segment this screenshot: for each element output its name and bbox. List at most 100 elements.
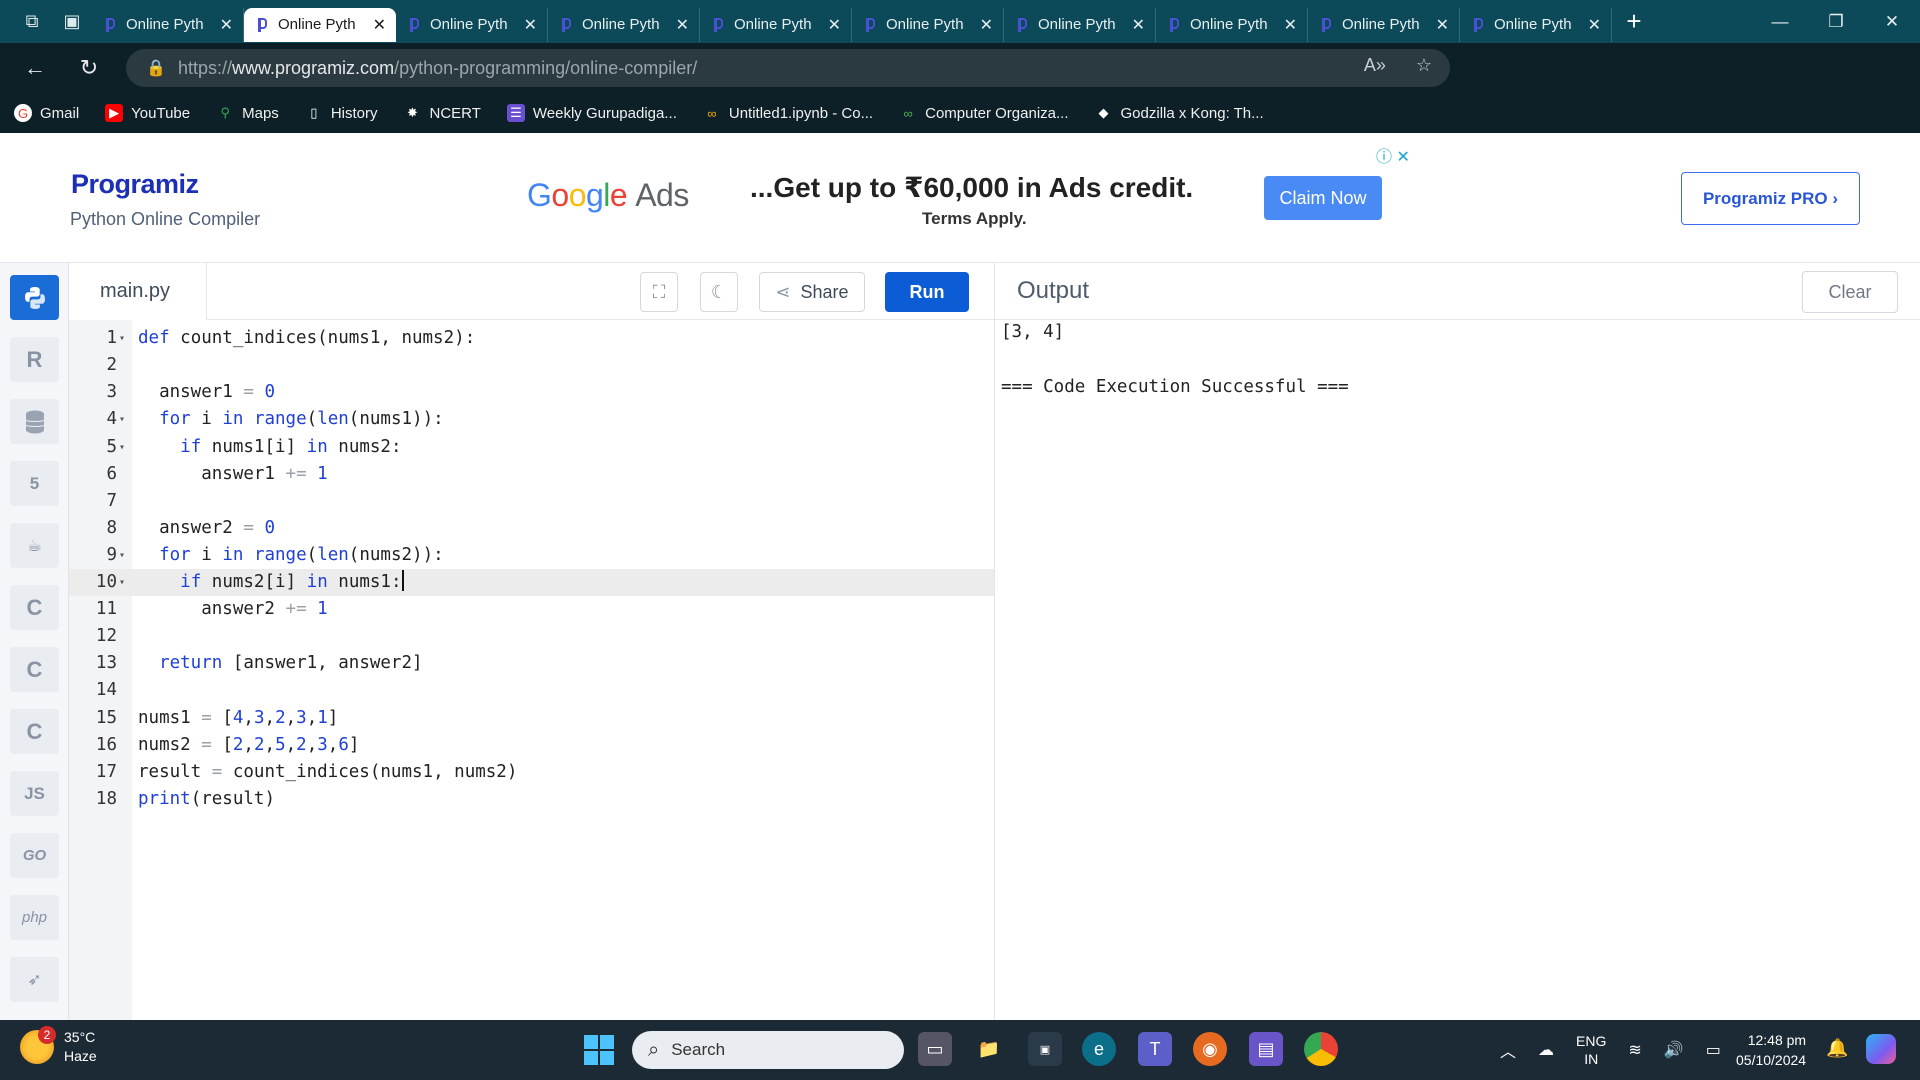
chrome-icon[interactable]: [1304, 1032, 1338, 1066]
wifi-icon[interactable]: ≋: [1628, 1040, 1641, 1060]
bookmark-youtube[interactable]: ▶ YouTube: [105, 104, 190, 122]
back-icon[interactable]: ←: [8, 43, 62, 93]
php-icon[interactable]: php: [10, 895, 59, 940]
browser-tab[interactable]: Online Pyth ✕: [700, 7, 852, 42]
new-tab-button[interactable]: +: [1612, 0, 1656, 43]
refresh-icon[interactable]: ↻: [62, 43, 116, 93]
terminal-icon[interactable]: ▣: [1028, 1032, 1062, 1066]
bookmark-ncert[interactable]: ✸ NCERT: [403, 104, 481, 122]
browser-tab[interactable]: Online Pyth ✕: [1004, 7, 1156, 42]
fold-arrow-icon[interactable]: ▾: [119, 569, 125, 596]
language-indicator[interactable]: ENG IN: [1576, 1032, 1606, 1068]
app-icon[interactable]: ▤: [1249, 1032, 1283, 1066]
code-line[interactable]: 5 ▾ if nums1[i] in nums2:: [69, 434, 994, 461]
close-tab-icon[interactable]: ✕: [1132, 15, 1145, 35]
copilot-taskbar-icon[interactable]: [1866, 1034, 1896, 1064]
tab-actions-icon[interactable]: ▣: [52, 0, 92, 43]
onedrive-icon[interactable]: ☁: [1538, 1040, 1554, 1060]
go-icon[interactable]: GO: [10, 833, 59, 878]
clear-button[interactable]: Clear: [1802, 271, 1898, 313]
code-line[interactable]: 15 nums1 = [4,3,2,3,1]: [69, 705, 994, 732]
file-tab[interactable]: main.py: [69, 263, 207, 320]
c-icon[interactable]: C: [10, 585, 59, 630]
code-line[interactable]: 14: [69, 677, 994, 704]
close-tab-icon[interactable]: ✕: [524, 15, 537, 35]
code-line[interactable]: 16 nums2 = [2,2,5,2,3,6]: [69, 732, 994, 759]
bookmark-history[interactable]: ▯ History: [305, 104, 377, 122]
bell-icon[interactable]: 🔔: [1826, 1038, 1848, 1059]
firefox-icon[interactable]: ◉: [1193, 1032, 1227, 1066]
browser-tab[interactable]: Online Pyth ✕: [92, 7, 244, 42]
programiz-logo[interactable]: Programiz: [71, 169, 199, 200]
claim-now-button[interactable]: Claim Now: [1264, 176, 1382, 220]
share-button[interactable]: ⋖ Share: [759, 272, 865, 312]
code-editor[interactable]: 1 ▾ def count_indices(nums1, nums2): 2 3 ans…: [69, 320, 994, 1020]
sql-icon[interactable]: [10, 399, 59, 444]
close-tab-icon[interactable]: ✕: [1588, 15, 1601, 35]
file-explorer-icon[interactable]: 📁: [972, 1032, 1006, 1066]
taskbar-search[interactable]: ⌕ Search: [632, 1031, 904, 1069]
programiz-pro-button[interactable]: Programiz PRO ›: [1681, 172, 1860, 225]
system-clock[interactable]: 12:48 pm 05/10/2024: [1736, 1030, 1806, 1070]
minimize-icon[interactable]: —: [1752, 0, 1808, 43]
html-icon[interactable]: 5: [10, 461, 59, 506]
code-line[interactable]: 18 print(result): [69, 786, 994, 813]
close-tab-icon[interactable]: ✕: [373, 15, 386, 35]
close-tab-icon[interactable]: ✕: [220, 15, 233, 35]
browser-tab[interactable]: Online Pyth ✕: [1308, 7, 1460, 42]
edge-icon[interactable]: e: [1082, 1032, 1116, 1066]
swift-icon[interactable]: ➶: [10, 957, 59, 1002]
fold-arrow-icon[interactable]: ▾: [119, 434, 125, 461]
js-icon[interactable]: JS: [10, 771, 59, 816]
chevron-up-icon[interactable]: ︿: [1500, 1038, 1516, 1062]
cpp-icon[interactable]: C: [10, 647, 59, 692]
read-aloud-icon[interactable]: A»: [1364, 55, 1386, 76]
close-tab-icon[interactable]: ✕: [1436, 15, 1449, 35]
code-line[interactable]: 12: [69, 623, 994, 650]
code-line[interactable]: 13 return [answer1, answer2]: [69, 650, 994, 677]
code-line[interactable]: 8 answer2 = 0: [69, 515, 994, 542]
url-field[interactable]: 🔒 https://www.programiz.com/python-progr…: [126, 49, 1450, 87]
ad-info-icon[interactable]: ⓘ ✕: [1376, 143, 1410, 167]
panel-divider[interactable]: [994, 263, 995, 1020]
bookmark-untitled1[interactable]: ∞ Untitled1.ipynb - Co...: [703, 104, 873, 122]
close-tab-icon[interactable]: ✕: [980, 15, 993, 35]
teams-icon[interactable]: T: [1138, 1032, 1172, 1066]
csharp-icon[interactable]: C: [10, 709, 59, 754]
r-icon[interactable]: R: [10, 337, 59, 382]
code-line[interactable]: 11 answer2 += 1: [69, 596, 994, 623]
code-line[interactable]: 9 ▾ for i in range(len(nums2)):: [69, 542, 994, 569]
fold-arrow-icon[interactable]: ▾: [119, 406, 125, 433]
bookmark-godzilla[interactable]: ◆ Godzilla x Kong: Th...: [1095, 104, 1264, 122]
workspaces-icon[interactable]: ⧉: [12, 0, 52, 43]
code-line[interactable]: 17 result = count_indices(nums1, nums2): [69, 759, 994, 786]
browser-tab[interactable]: Online Pyth ✕: [852, 7, 1004, 42]
bookmark-computer[interactable]: ∞ Computer Organiza...: [899, 104, 1068, 122]
close-tab-icon[interactable]: ✕: [828, 15, 841, 35]
code-line[interactable]: 3 answer1 = 0: [69, 379, 994, 406]
code-line[interactable]: 1 ▾ def count_indices(nums1, nums2):: [69, 325, 994, 352]
code-line[interactable]: 10 ▾ if nums2[i] in nums1:: [69, 569, 994, 596]
dark-mode-button[interactable]: ☾: [700, 272, 738, 312]
browser-tab[interactable]: Online Pyth ✕: [396, 7, 548, 42]
bookmark-weekly[interactable]: ☰ Weekly Gurupadiga...: [506, 104, 677, 122]
volume-icon[interactable]: 🔊: [1664, 1040, 1684, 1060]
code-line[interactable]: 2: [69, 352, 994, 379]
fold-arrow-icon[interactable]: ▾: [119, 542, 125, 569]
browser-tab[interactable]: Online Pyth ✕: [1156, 7, 1308, 42]
battery-icon[interactable]: ▭: [1706, 1040, 1721, 1060]
fullscreen-button[interactable]: ⛶: [640, 272, 678, 312]
restore-icon[interactable]: ❐: [1808, 0, 1864, 43]
lock-icon[interactable]: 🔒: [146, 58, 166, 78]
browser-tab[interactable]: Online Pyth ✕: [1460, 7, 1612, 42]
close-tab-icon[interactable]: ✕: [676, 15, 689, 35]
code-line[interactable]: 6 answer1 += 1: [69, 461, 994, 488]
close-tab-icon[interactable]: ✕: [1284, 15, 1297, 35]
code-line[interactable]: 4 ▾ for i in range(len(nums1)):: [69, 406, 994, 433]
python-icon[interactable]: [10, 275, 59, 320]
bookmark-gmail[interactable]: G Gmail: [14, 104, 79, 122]
browser-tab[interactable]: Online Pyth ✕: [244, 7, 396, 42]
favorite-star-icon[interactable]: ☆: [1416, 55, 1432, 76]
browser-tab[interactable]: Online Pyth ✕: [548, 7, 700, 42]
code-line[interactable]: 7: [69, 488, 994, 515]
